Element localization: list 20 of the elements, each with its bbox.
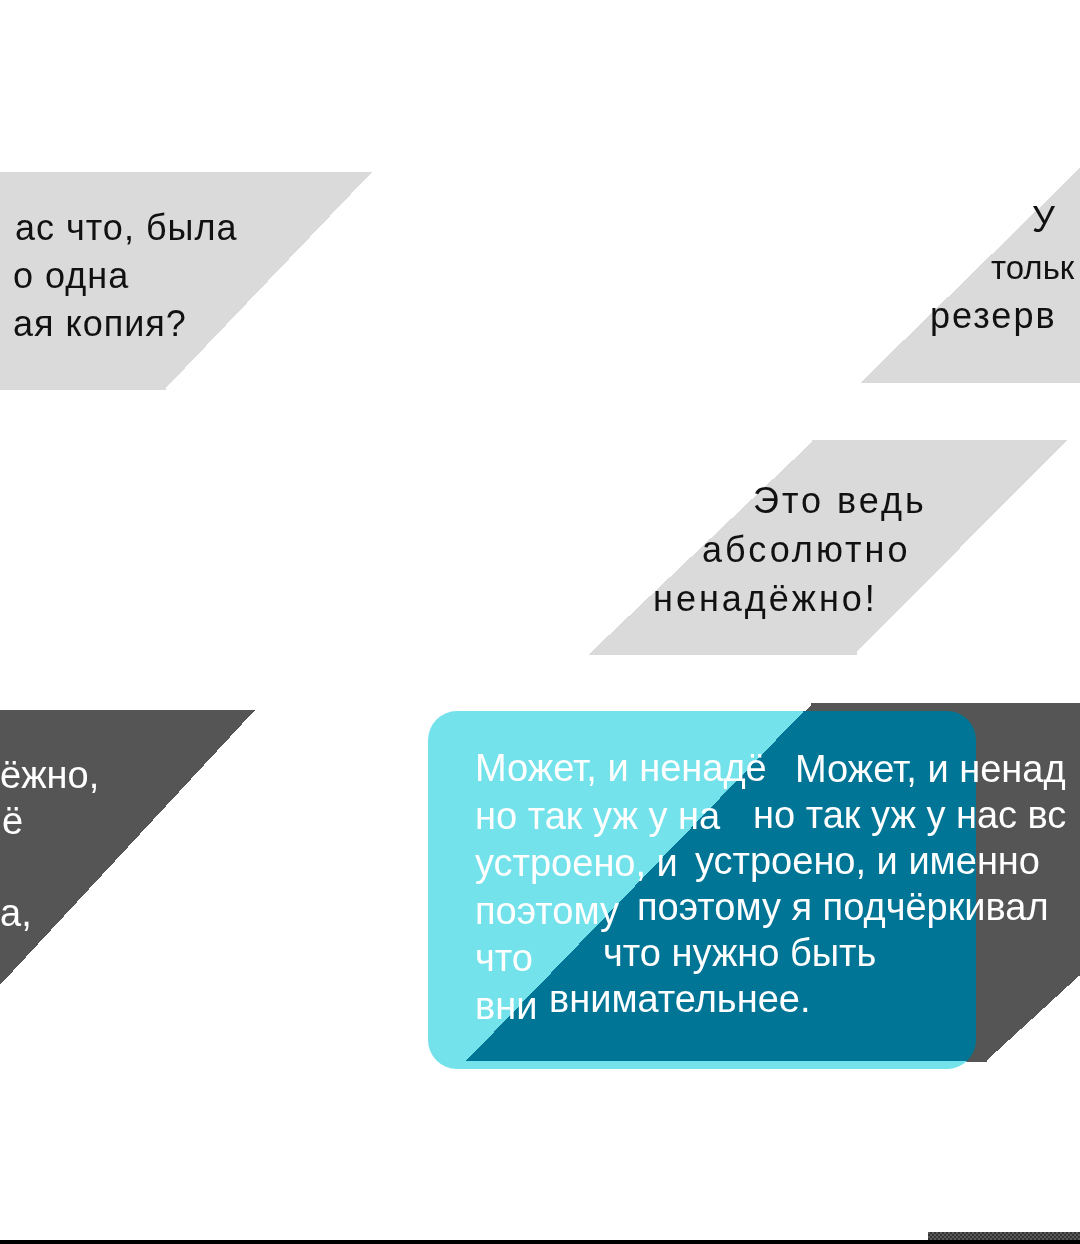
message-line: ас что, была [15, 206, 238, 250]
message-line: тольк [991, 248, 1075, 288]
message-line: ёжно, [0, 753, 100, 798]
message-line: устроено, и именно [695, 839, 1040, 884]
message-line: но так уж у нас вс [753, 793, 1067, 838]
message-line: ая копия? [13, 302, 187, 346]
message-line: а, [0, 891, 32, 936]
message-line: резерв [930, 294, 1057, 338]
message-line: У [1032, 198, 1057, 242]
message-line: ненадёжно! [653, 577, 878, 621]
message-line: внимательнее. [549, 977, 811, 1022]
message-line: поэтому я подчёркивал [637, 885, 1049, 930]
message-line: ё [2, 799, 24, 844]
message-line: о одна [13, 254, 130, 298]
message-line: что [475, 936, 533, 981]
message-line: устроено, и [475, 841, 678, 886]
message-line: что нужно быть [603, 932, 877, 976]
message-line: Может, и ненад [795, 747, 1066, 792]
message-line: абсолютно [702, 528, 911, 572]
message-line: Это ведь [753, 479, 927, 523]
